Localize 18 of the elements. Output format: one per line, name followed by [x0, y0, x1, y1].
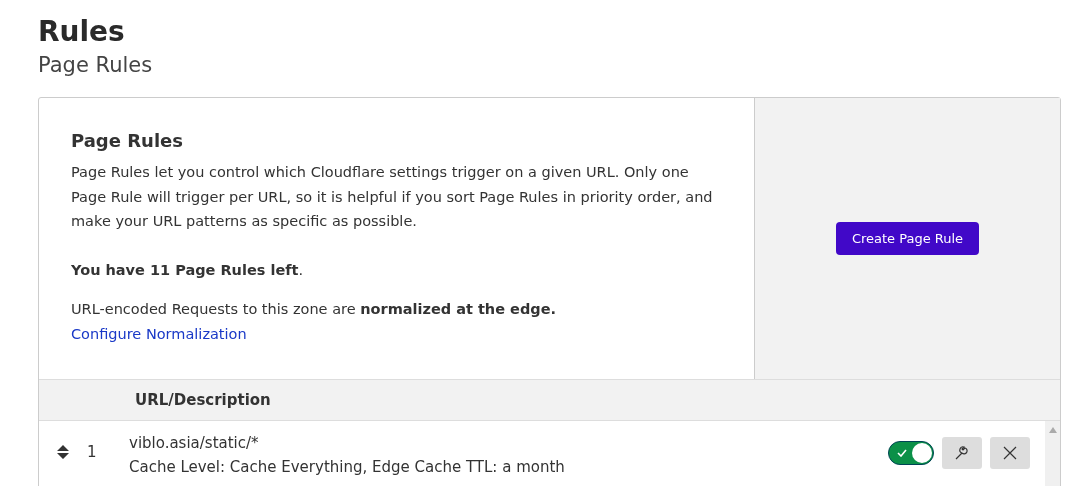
column-header: URL/Description — [135, 391, 271, 409]
rule-description: Cache Level: Cache Everything, Edge Cache TTL: a month — [129, 457, 566, 478]
sort-handle-icon[interactable] — [57, 445, 69, 459]
configure-normalization-link[interactable]: Configure Normalization — [71, 321, 247, 346]
close-icon — [1003, 446, 1017, 460]
rules-left-note: You have 11 Page Rules left. — [71, 260, 305, 280]
create-page-rule-button[interactable]: Create Page Rule — [835, 222, 980, 255]
rule-toggle[interactable] — [888, 441, 934, 465]
description: Page Rules let you control which Cloudflare settings trigger on a given URL. Only one Page Rule will trigger per URL, so it is helpful if you sort Page Rules in priority order, and make your URL patterns as specific as possible. — [71, 163, 714, 231]
page-title: Rules — [38, 14, 126, 50]
section-heading: Page Rules — [71, 130, 184, 151]
edit-button[interactable] — [942, 437, 982, 469]
scrollbar[interactable] — [1045, 421, 1060, 486]
page-subtitle: Page Rules — [38, 52, 154, 79]
check-icon — [897, 449, 907, 457]
priority-number: 1 — [87, 443, 98, 461]
rule-url: viblo.asia/static/* — [129, 433, 260, 454]
normalization-note: URL-encoded Requests to this zone are normalized at the edge. — [71, 300, 557, 319]
